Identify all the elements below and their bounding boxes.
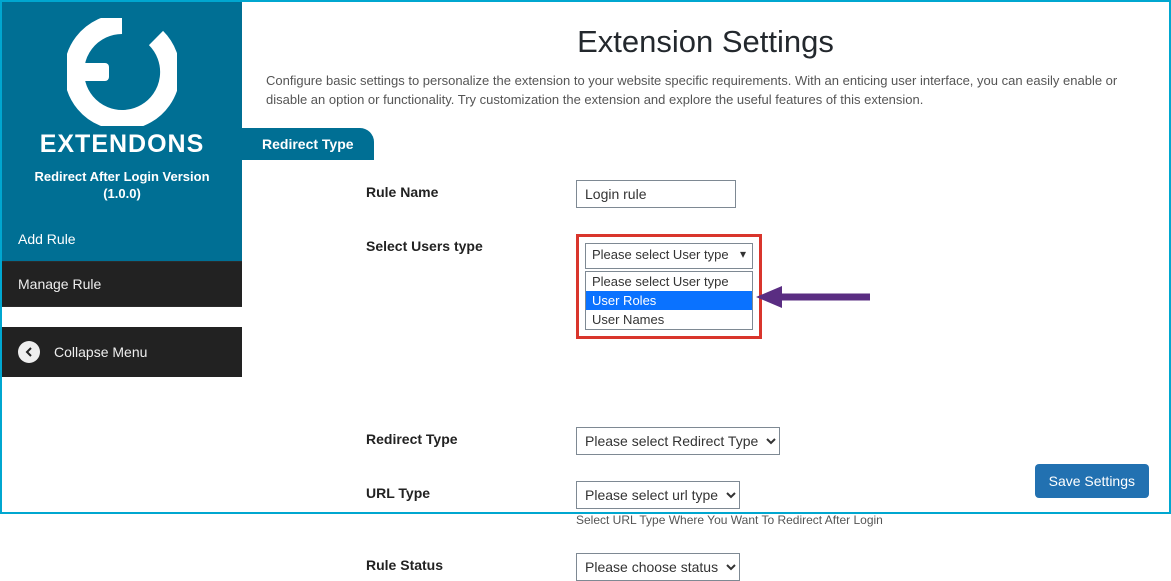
url-type-select[interactable]: Please select url type xyxy=(576,481,740,509)
users-type-dropdown: Please select User type User Roles User … xyxy=(585,271,753,330)
page-title: Extension Settings xyxy=(266,24,1145,60)
main-content: Extension Settings Configure basic setti… xyxy=(242,2,1169,512)
row-rule-name: Rule Name xyxy=(366,180,1145,208)
redirect-type-select[interactable]: Please select Redirect Type xyxy=(576,427,780,455)
collapse-menu[interactable]: Collapse Menu xyxy=(2,327,242,377)
row-rule-status: Rule Status Please choose status xyxy=(366,553,1145,581)
collapse-icon xyxy=(18,341,40,363)
rule-name-input[interactable] xyxy=(576,180,736,208)
annotation-arrow-icon xyxy=(752,282,872,317)
brand-block: EXTENDONS Redirect After Login Version (… xyxy=(2,2,242,217)
sidebar: EXTENDONS Redirect After Login Version (… xyxy=(2,2,242,512)
users-type-select[interactable]: Please select User type xyxy=(585,243,753,269)
row-redirect-type: Redirect Type Please select Redirect Typ… xyxy=(366,427,1145,455)
page-description: Configure basic settings to personalize … xyxy=(266,72,1145,110)
brand-name: EXTENDONS xyxy=(12,130,232,159)
tab-bar: Redirect Type xyxy=(242,128,1145,160)
label-redirect-type: Redirect Type xyxy=(366,427,576,447)
sidebar-item-manage-rule[interactable]: Manage Rule xyxy=(2,262,242,307)
users-type-option[interactable]: Please select User type xyxy=(586,272,752,291)
url-type-helper: Select URL Type Where You Want To Redire… xyxy=(576,513,883,527)
users-type-highlight: Please select User type Please select Us… xyxy=(576,234,762,339)
label-url-type: URL Type xyxy=(366,481,576,501)
users-type-option[interactable]: User Roles xyxy=(586,291,752,310)
row-url-type: URL Type Please select url type Select U… xyxy=(366,481,1145,527)
label-rule-status: Rule Status xyxy=(366,553,576,573)
settings-form: Rule Name Select Users type Please selec… xyxy=(266,160,1145,581)
sidebar-menu: Add Rule Manage Rule xyxy=(2,217,242,307)
users-type-option[interactable]: User Names xyxy=(586,310,752,329)
tab-redirect-type[interactable]: Redirect Type xyxy=(242,128,374,160)
label-rule-name: Rule Name xyxy=(366,180,576,200)
sidebar-item-add-rule[interactable]: Add Rule xyxy=(2,217,242,262)
rule-status-select[interactable]: Please choose status xyxy=(576,553,740,581)
brand-subtitle: Redirect After Login Version (1.0.0) xyxy=(12,169,232,203)
save-button[interactable]: Save Settings xyxy=(1035,464,1149,498)
label-users-type: Select Users type xyxy=(366,234,576,254)
collapse-label: Collapse Menu xyxy=(54,344,147,360)
brand-logo xyxy=(12,12,232,128)
